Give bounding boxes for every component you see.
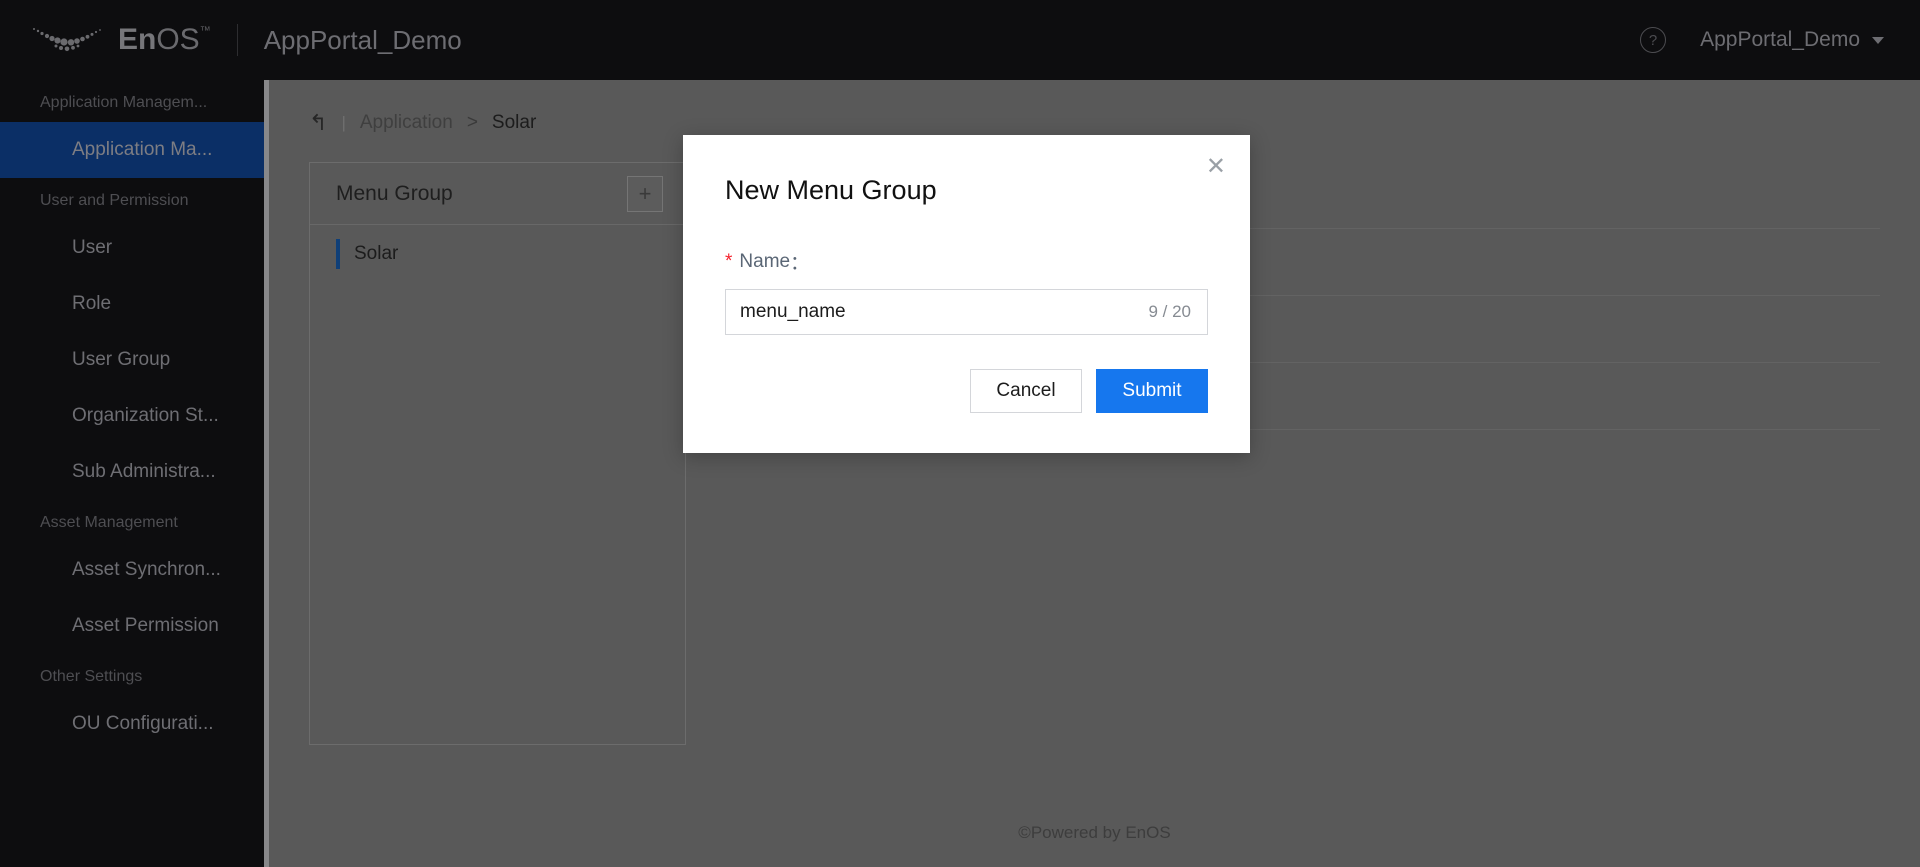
close-icon[interactable]: ✕ [1206, 155, 1226, 179]
dialog-actions: Cancel Submit [683, 335, 1250, 413]
new-menu-group-dialog: ✕ New Menu Group * Name ： 9 / 20 Cancel … [683, 135, 1250, 453]
required-asterisk-icon: * [725, 252, 732, 271]
name-input-wrap[interactable]: 9 / 20 [725, 289, 1208, 335]
name-input[interactable] [740, 301, 1148, 323]
dialog-title: New Menu Group [683, 135, 1250, 206]
submit-button[interactable]: Submit [1096, 369, 1208, 413]
name-input-counter: 9 / 20 [1148, 302, 1191, 322]
name-field-label: * Name ： [683, 206, 1250, 275]
name-label-colon: ： [790, 248, 809, 275]
cancel-button[interactable]: Cancel [970, 369, 1082, 413]
app-root: EnOS™ AppPortal_Demo ? AppPortal_Demo Ap… [0, 0, 1920, 867]
name-label-text: Name [739, 251, 790, 273]
